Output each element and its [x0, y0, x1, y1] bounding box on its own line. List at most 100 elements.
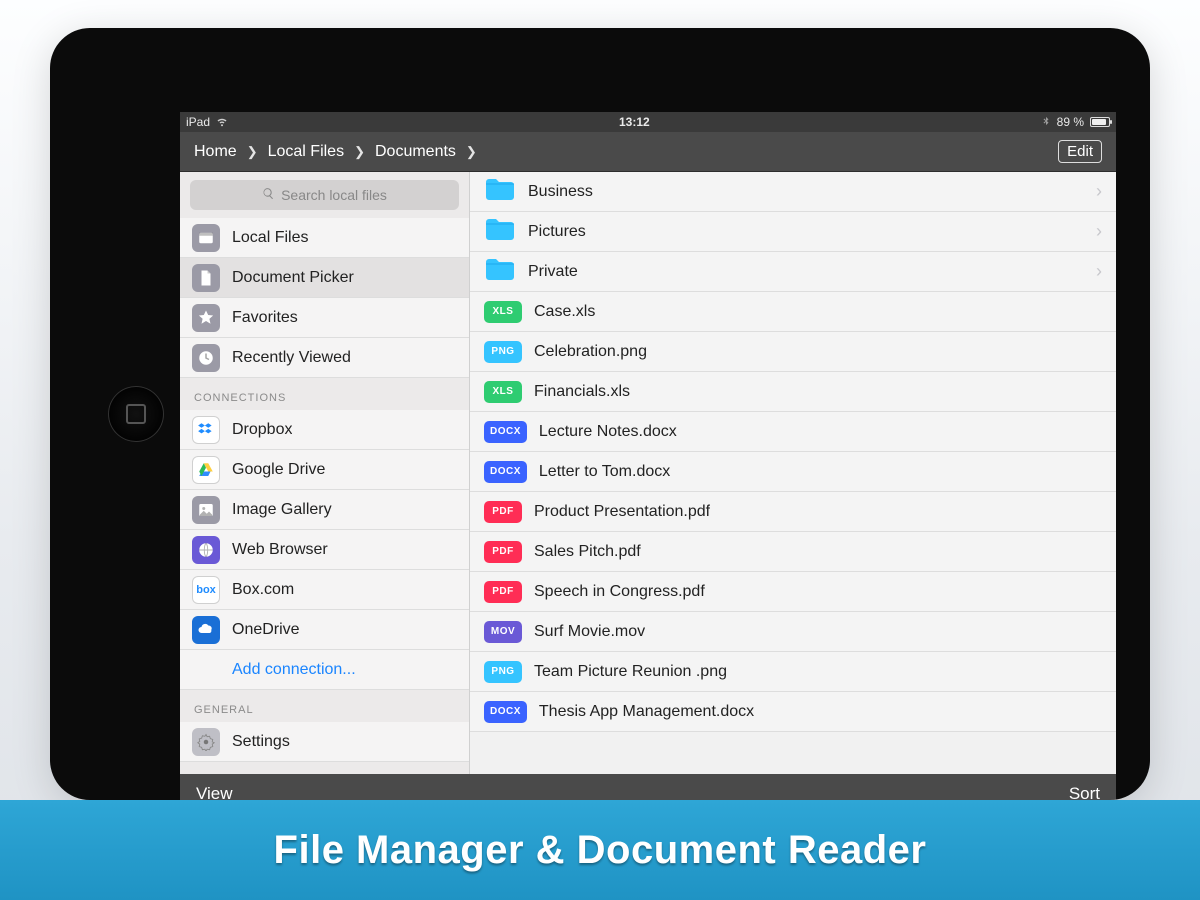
clock-icon [192, 344, 220, 372]
docx-badge: DOCX [484, 421, 527, 443]
sidebar-item-label: Favorites [232, 309, 298, 327]
file-name: Surf Movie.mov [534, 623, 645, 641]
file-name: Letter to Tom.docx [539, 463, 670, 481]
file-name: Product Presentation.pdf [534, 503, 710, 521]
add-connection-button[interactable]: Add connection... [180, 650, 469, 690]
gallery-icon [192, 496, 220, 524]
chevron-right-icon: › [1096, 181, 1102, 202]
sidebar-item-document-picker[interactable]: Document Picker [180, 258, 469, 298]
file-name: Thesis App Management.docx [539, 703, 754, 721]
xls-badge: XLS [484, 301, 522, 323]
crumb-home[interactable]: Home [194, 143, 237, 161]
breadcrumb[interactable]: Home ❯ Local Files ❯ Documents ❯ [194, 143, 477, 161]
clock: 13:12 [228, 115, 1041, 129]
sidebar-item-image-gallery[interactable]: Image Gallery [180, 490, 469, 530]
mov-badge: MOV [484, 621, 522, 643]
file-row[interactable]: XLS Case.xls [470, 292, 1116, 332]
docx-badge: DOCX [484, 461, 527, 483]
folder-row[interactable]: Business › [470, 172, 1116, 212]
device-label: iPad [186, 115, 210, 129]
bluetooth-icon [1041, 115, 1051, 130]
crumb-local-files[interactable]: Local Files [268, 143, 344, 161]
file-row[interactable]: DOCX Lecture Notes.docx [470, 412, 1116, 452]
sidebar-item-label: Recently Viewed [232, 349, 351, 367]
pdf-badge: PDF [484, 541, 522, 563]
navbar: Home ❯ Local Files ❯ Documents ❯ Edit [180, 132, 1116, 172]
sidebar-item-recently-viewed[interactable]: Recently Viewed [180, 338, 469, 378]
sidebar-item-box-com[interactable]: box Box.com [180, 570, 469, 610]
folder-window-icon [192, 224, 220, 252]
png-badge: PNG [484, 661, 522, 683]
file-row[interactable]: PDF Product Presentation.pdf [470, 492, 1116, 532]
sidebar-item-label: Box.com [232, 581, 294, 599]
wifi-icon [216, 115, 228, 130]
file-row[interactable]: PDF Sales Pitch.pdf [470, 532, 1116, 572]
battery-icon [1090, 117, 1110, 127]
promo-caption: File Manager & Document Reader [0, 800, 1200, 900]
onedrive-icon [192, 616, 220, 644]
file-row[interactable]: MOV Surf Movie.mov [470, 612, 1116, 652]
file-name: Private [528, 263, 578, 281]
file-name: Case.xls [534, 303, 595, 321]
view-button[interactable]: View [196, 784, 233, 800]
file-name: Sales Pitch.pdf [534, 543, 641, 561]
chevron-right-icon: ❯ [466, 144, 477, 160]
file-row[interactable]: PNG Celebration.png [470, 332, 1116, 372]
pdf-badge: PDF [484, 501, 522, 523]
dropbox-icon [192, 416, 220, 444]
home-button[interactable] [108, 386, 164, 442]
folder-icon [484, 216, 516, 247]
pdf-badge: PDF [484, 581, 522, 603]
folder-row[interactable]: Pictures› [470, 212, 1116, 252]
sidebar-item-favorites[interactable]: Favorites [180, 298, 469, 338]
file-name: Team Picture Reunion .png [534, 663, 727, 681]
status-bar: iPad 13:12 89 % [180, 112, 1116, 132]
crumb-documents[interactable]: Documents [375, 143, 456, 161]
file-row[interactable]: DOCX Letter to Tom.docx [470, 452, 1116, 492]
gear-icon [192, 728, 220, 756]
section-header: CONNECTIONS [180, 378, 469, 410]
png-badge: PNG [484, 341, 522, 363]
file-row[interactable]: PNG Team Picture Reunion .png [470, 652, 1116, 692]
globe-icon [192, 536, 220, 564]
search-placeholder: Search local files [281, 187, 387, 203]
sidebar-item-label: Web Browser [232, 541, 328, 559]
folder-row[interactable]: Private› [470, 252, 1116, 292]
sidebar-item-dropbox[interactable]: Dropbox [180, 410, 469, 450]
search-input[interactable]: Search local files [190, 180, 459, 210]
file-row[interactable]: DOCX Thesis App Management.docx [470, 692, 1116, 732]
chevron-right-icon: ❯ [354, 144, 365, 160]
file-name: Business [528, 183, 593, 201]
file-row[interactable]: PDF Speech in Congress.pdf [470, 572, 1116, 612]
sidebar-item-label: OneDrive [232, 621, 300, 639]
file-name: Lecture Notes.docx [539, 423, 677, 441]
sidebar-item-google-drive[interactable]: Google Drive [180, 450, 469, 490]
chevron-right-icon: ❯ [247, 144, 258, 160]
edit-button[interactable]: Edit [1058, 140, 1102, 163]
battery-percent: 89 % [1057, 115, 1084, 129]
box-icon: box [192, 576, 220, 604]
sidebar-item-label: Local Files [232, 229, 308, 247]
search-icon [262, 187, 275, 203]
folder-icon [484, 256, 516, 287]
file-row[interactable]: XLSFinancials.xls [470, 372, 1116, 412]
sidebar-item-label: Document Picker [232, 269, 354, 287]
file-name: Celebration.png [534, 343, 647, 361]
ipad-frame: iPad 13:12 89 % Home ❯ Local Files ❯ [50, 28, 1150, 800]
sidebar-item-onedrive[interactable]: OneDrive [180, 610, 469, 650]
sidebar-item-label: Dropbox [232, 421, 292, 439]
sidebar: Search local files Local Files Document P… [180, 172, 470, 774]
sidebar-item-web-browser[interactable]: Web Browser [180, 530, 469, 570]
file-name: Financials.xls [534, 383, 630, 401]
sort-button[interactable]: Sort [1069, 784, 1100, 800]
sidebar-item-label: Google Drive [232, 461, 325, 479]
gdrive-icon [192, 456, 220, 484]
docx-badge: DOCX [484, 701, 527, 723]
file-name: Speech in Congress.pdf [534, 583, 705, 601]
file-list: Business›Pictures›Private›XLSCase.xlsPNG… [470, 172, 1116, 774]
chevron-right-icon: › [1096, 221, 1102, 242]
bottom-toolbar: View Sort [180, 774, 1116, 800]
screen: iPad 13:12 89 % Home ❯ Local Files ❯ [180, 112, 1116, 800]
sidebar-item-local-files[interactable]: Local Files [180, 218, 469, 258]
sidebar-item-settings[interactable]: Settings [180, 722, 469, 762]
